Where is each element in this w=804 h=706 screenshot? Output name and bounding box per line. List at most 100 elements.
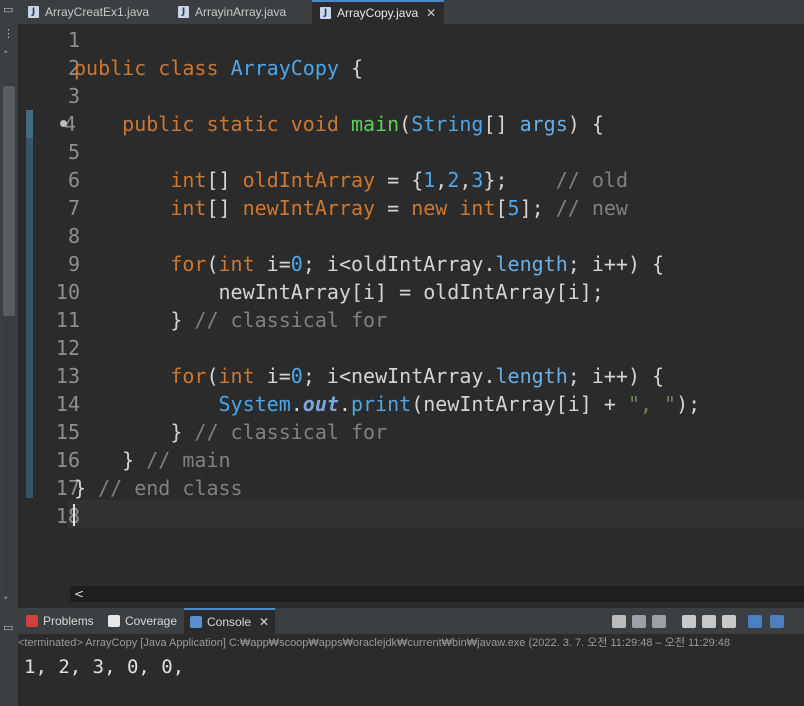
tab-console[interactable]: Console ✕ bbox=[184, 608, 276, 634]
tab-label: Console bbox=[207, 615, 252, 629]
restore-icon[interactable]: ▭ bbox=[3, 4, 13, 15]
comment: // old bbox=[555, 168, 628, 192]
scroll-left-icon[interactable]: < bbox=[74, 586, 84, 602]
keyword: class bbox=[158, 56, 219, 80]
keyword: new bbox=[411, 196, 448, 220]
comma: , bbox=[435, 168, 448, 192]
code-line-15: } // classical for bbox=[74, 418, 387, 446]
tab-arrayinarray[interactable]: J ArrayinArray.java bbox=[178, 0, 286, 24]
operator: = bbox=[387, 196, 400, 220]
comment: // classical for bbox=[194, 420, 388, 444]
code-editor[interactable]: 1 2 3 4 5 6 7 8 9 10 11 12 13 14 15 16 1… bbox=[18, 24, 804, 586]
tab-arraycreatex1[interactable]: J ArrayCreatEx1.java bbox=[28, 0, 149, 24]
word-wrap-icon[interactable] bbox=[722, 615, 736, 628]
scrollbar-thumb[interactable] bbox=[3, 86, 15, 316]
brace: } bbox=[122, 448, 135, 472]
comment: // end class bbox=[98, 476, 243, 500]
remove-launch-icon[interactable] bbox=[632, 615, 646, 628]
pin-console-icon[interactable] bbox=[748, 615, 762, 628]
minimize-icon[interactable]: ▭ bbox=[3, 622, 13, 633]
fold-toggle-icon[interactable] bbox=[60, 120, 67, 127]
brace: { bbox=[652, 364, 665, 388]
code-line-13: for(int i=0; i<newIntArray.length; i++) … bbox=[74, 362, 664, 390]
display-console-icon[interactable] bbox=[770, 615, 784, 628]
dot: . bbox=[290, 392, 303, 416]
keyword: public bbox=[122, 112, 195, 136]
keyword: int bbox=[170, 168, 207, 192]
semicolon: ; bbox=[567, 252, 580, 276]
scroll-up-icon[interactable]: ˄ bbox=[3, 50, 9, 61]
console-status: <terminated> ArrayCopy [Java Application… bbox=[18, 634, 804, 652]
number: 1 bbox=[423, 168, 436, 192]
java-file-icon: J bbox=[178, 6, 189, 18]
tab-arraycopy[interactable]: J ArrayCopy.java ✕ bbox=[312, 0, 445, 24]
static-field: out bbox=[302, 392, 339, 416]
close-tab-icon[interactable]: ✕ bbox=[426, 6, 436, 20]
scroll-lock-icon[interactable] bbox=[702, 615, 716, 628]
variable-name: oldIntArray bbox=[242, 168, 376, 192]
comment: // new bbox=[555, 196, 628, 220]
keyword: for bbox=[170, 364, 207, 388]
code-line-17: } // end class bbox=[74, 474, 243, 502]
horizontal-scrollbar[interactable]: < bbox=[70, 586, 804, 602]
scroll-down-icon[interactable]: ˅ bbox=[3, 596, 9, 607]
change-ruler bbox=[26, 110, 33, 498]
remove-all-icon[interactable] bbox=[652, 615, 666, 628]
line-number: 3 bbox=[67, 84, 80, 108]
bottom-panel-tabs: Problems Coverage Console ✕ bbox=[18, 608, 804, 634]
keyword: public bbox=[74, 56, 147, 80]
code-line-10: newIntArray[i] = oldIntArray[i]; bbox=[74, 278, 604, 306]
bracket: ]; bbox=[519, 196, 544, 220]
tab-label: ArrayinArray.java bbox=[195, 5, 287, 19]
console-output[interactable]: 1, 2, 3, 0, 0, bbox=[24, 654, 184, 680]
more-options-icon[interactable]: ⋮ bbox=[3, 28, 14, 39]
statement: newIntArray[i] = oldIntArray[i]; bbox=[218, 280, 604, 304]
clear-console-icon[interactable] bbox=[682, 615, 696, 628]
code-line-6: int[] oldIntArray = {1,2,3}; // old bbox=[74, 166, 628, 194]
tab-problems[interactable]: Problems bbox=[26, 608, 94, 634]
dot: . bbox=[338, 392, 351, 416]
class-name: System bbox=[218, 392, 291, 416]
condition: i<oldIntArray. bbox=[326, 252, 496, 276]
condition: i<newIntArray. bbox=[326, 364, 496, 388]
stop-icon[interactable] bbox=[612, 615, 626, 628]
semicolon: ; bbox=[567, 364, 580, 388]
tab-label: Problems bbox=[43, 614, 94, 628]
brackets: [] bbox=[483, 112, 508, 136]
operator: = bbox=[278, 252, 291, 276]
brace: } bbox=[170, 420, 183, 444]
keyword: int bbox=[218, 364, 255, 388]
string-literal: ", " bbox=[627, 392, 677, 416]
number: 2 bbox=[447, 168, 460, 192]
variable-name: newIntArray bbox=[242, 196, 376, 220]
brace: } bbox=[74, 476, 87, 500]
code-line-16: } // main bbox=[74, 446, 231, 474]
param-name: args bbox=[519, 112, 568, 136]
code-line-2: public class ArrayCopy { bbox=[74, 54, 363, 82]
number: 5 bbox=[507, 196, 520, 220]
line-number: 4 bbox=[63, 112, 76, 136]
close-tab-icon[interactable]: ✕ bbox=[259, 615, 269, 629]
keyword: for bbox=[170, 252, 207, 276]
java-file-icon: J bbox=[28, 6, 39, 18]
keyword: int bbox=[170, 196, 207, 220]
keyword: int bbox=[459, 196, 496, 220]
problems-icon bbox=[26, 615, 38, 627]
brackets: [] bbox=[206, 168, 231, 192]
comment: // main bbox=[146, 448, 231, 472]
method-name: print bbox=[350, 392, 412, 416]
field-name: length bbox=[495, 252, 568, 276]
code-line-7: int[] newIntArray = new int[5]; // new bbox=[74, 194, 628, 222]
tab-label: ArrayCopy.java bbox=[337, 6, 419, 20]
tab-coverage[interactable]: Coverage bbox=[108, 608, 177, 634]
keyword: int bbox=[218, 252, 255, 276]
method-name: main bbox=[350, 112, 400, 136]
field-name: length bbox=[495, 364, 568, 388]
ruler-marker bbox=[26, 110, 33, 138]
variable-name: i bbox=[266, 364, 279, 388]
comment: // classical for bbox=[194, 308, 388, 332]
comma: , bbox=[459, 168, 472, 192]
brace: { bbox=[591, 112, 604, 136]
arguments: (newIntArray[i] + bbox=[411, 392, 628, 416]
left-side-strip: ▭ ⋮ ˄ ˅ ▭ bbox=[0, 0, 18, 706]
